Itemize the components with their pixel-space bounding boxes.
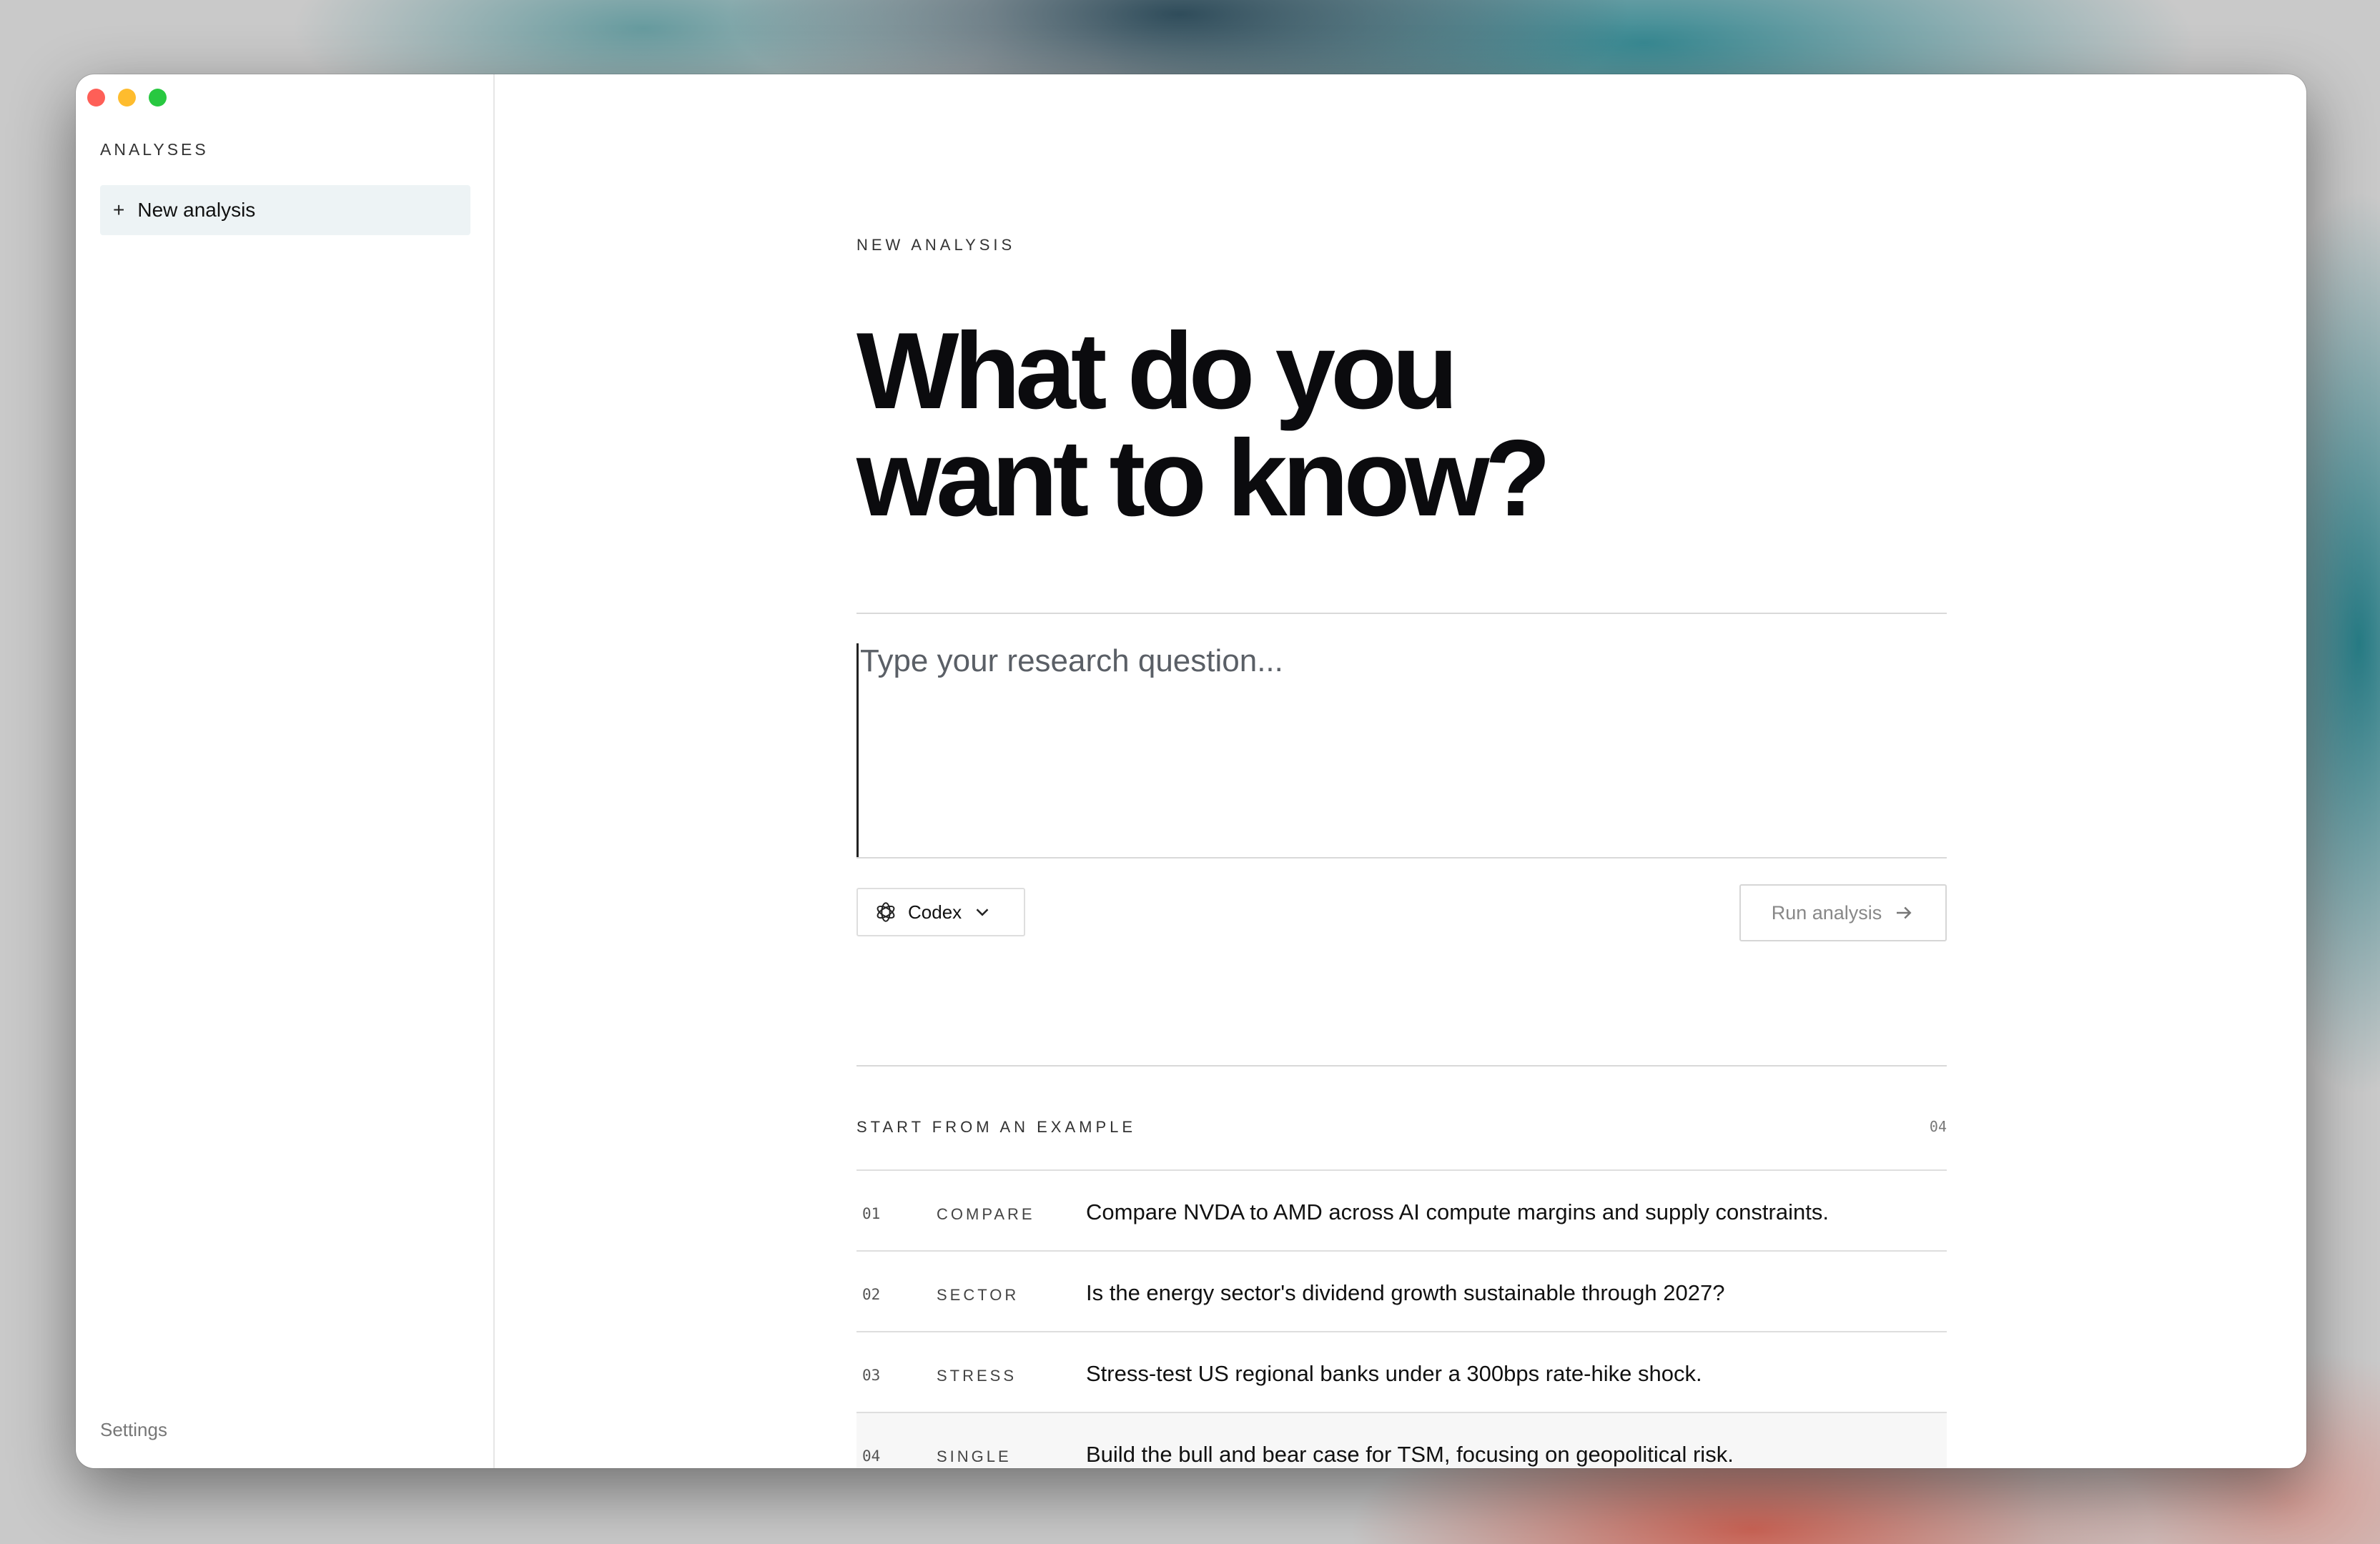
example-tag: COMPARE bbox=[937, 1205, 1035, 1223]
plus-icon: + bbox=[113, 199, 125, 221]
research-question-input[interactable] bbox=[856, 643, 1947, 858]
example-item-compare[interactable]: 01 COMPARE Compare NVDA to AMD across AI… bbox=[856, 1169, 1947, 1250]
chevron-down-icon bbox=[976, 909, 989, 916]
sidebar: ANALYSES + New analysis Settings bbox=[76, 74, 495, 1468]
examples-heading: START FROM AN EXAMPLE bbox=[856, 1118, 1137, 1136]
divider bbox=[856, 613, 1947, 614]
example-prompt: Build the bull and bear case for TSM, fo… bbox=[1086, 1442, 1734, 1467]
app-window: ANALYSES + New analysis Settings NEW ANA… bbox=[76, 74, 2306, 1468]
example-prompt: Stress-test US regional banks under a 30… bbox=[1086, 1361, 1702, 1386]
example-item-sector[interactable]: 02 SECTOR Is the energy sector's dividen… bbox=[856, 1250, 1947, 1331]
example-item-stress[interactable]: 03 STRESS Stress-test US regional banks … bbox=[856, 1331, 1947, 1412]
example-tag: STRESS bbox=[937, 1367, 1017, 1385]
settings-link[interactable]: Settings bbox=[100, 1419, 167, 1441]
run-analysis-label: Run analysis bbox=[1771, 901, 1882, 924]
arrow-right-icon bbox=[1897, 906, 1912, 919]
page-eyebrow: NEW ANALYSIS bbox=[856, 236, 1016, 254]
example-number: 04 bbox=[862, 1448, 881, 1465]
example-prompt: Is the energy sector's dividend growth s… bbox=[1086, 1280, 1725, 1305]
divider bbox=[856, 857, 1947, 858]
new-analysis-button[interactable]: + New analysis bbox=[100, 185, 470, 235]
main-panel: NEW ANALYSIS What do you want to know? C… bbox=[495, 74, 2306, 1468]
example-prompt: Compare NVDA to AMD across AI compute ma… bbox=[1086, 1199, 1829, 1224]
title-line-1: What do you bbox=[856, 310, 1458, 432]
sidebar-heading: ANALYSES bbox=[100, 140, 209, 159]
divider bbox=[856, 1065, 1947, 1067]
openai-icon bbox=[877, 902, 895, 922]
example-number: 03 bbox=[862, 1367, 881, 1384]
examples-count: 04 bbox=[1929, 1118, 1947, 1135]
example-item-single[interactable]: 04 SINGLE Build the bull and bear case f… bbox=[856, 1412, 1947, 1468]
example-tag: SECTOR bbox=[937, 1286, 1019, 1304]
run-analysis-button[interactable]: Run analysis bbox=[1739, 884, 1947, 941]
example-number: 01 bbox=[862, 1205, 881, 1222]
model-select[interactable]: Codex bbox=[856, 888, 1025, 936]
page-title: What do you want to know? bbox=[856, 310, 1551, 539]
example-number: 02 bbox=[862, 1286, 881, 1303]
title-line-2: want to know? bbox=[856, 417, 1551, 539]
examples-list: 01 COMPARE Compare NVDA to AMD across AI… bbox=[856, 1169, 1947, 1468]
model-name: Codex bbox=[908, 901, 962, 923]
new-analysis-label: New analysis bbox=[137, 199, 256, 221]
example-tag: SINGLE bbox=[937, 1448, 1012, 1465]
